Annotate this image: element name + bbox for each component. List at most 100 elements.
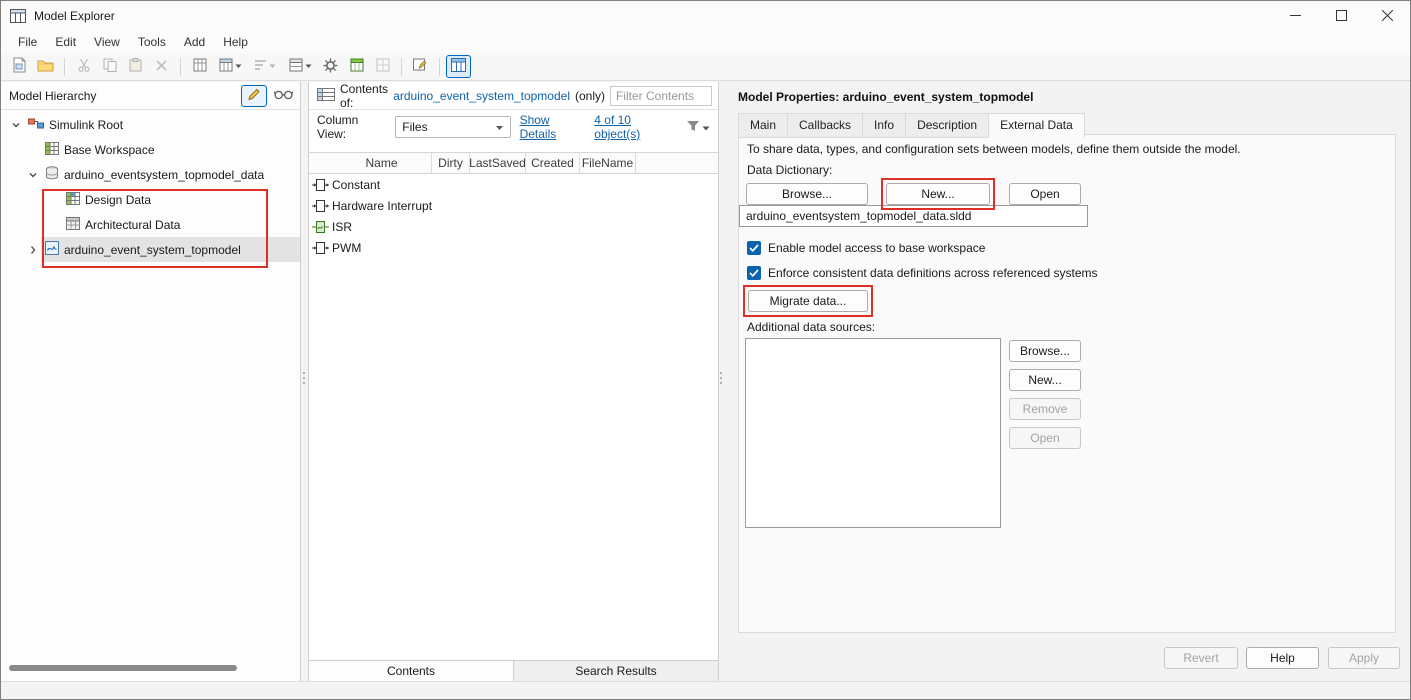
menu-tools[interactable]: Tools [129,33,175,51]
menu-view[interactable]: View [85,33,129,51]
revert-button[interactable]: Revert [1164,647,1238,669]
dictionary-open-button[interactable]: Open [1009,183,1081,205]
dictionary-new-button[interactable]: New... [886,183,990,205]
tab-search-results[interactable]: Search Results [514,661,718,681]
menu-help[interactable]: Help [214,33,257,51]
cut-icon [77,58,91,75]
show-details-link[interactable]: Show Details [520,113,586,141]
chevron-right-icon[interactable] [26,245,40,255]
sources-browse-button[interactable]: Browse... [1009,340,1081,362]
architectural-data-icon [66,217,80,233]
table-header-created[interactable]: Created [526,153,580,173]
grid-icon [193,58,207,75]
maximize-button[interactable] [1318,1,1364,31]
sources-new-button[interactable]: New... [1009,369,1081,391]
table-header-filename[interactable]: FileName [580,153,636,173]
column-view-value: Files [402,120,494,134]
dialog-pencil-icon [413,58,429,75]
table-header-row: Name Dirty LastSaved Created FileName [309,153,718,174]
contents-options-row: Column View: Files Show Details 4 of 10 … [309,110,718,144]
horizontal-scrollbar[interactable] [1,664,300,672]
dictionary-browse-button[interactable]: Browse... [746,183,868,205]
block-icon [309,179,332,191]
minimize-button[interactable] [1272,1,1318,31]
group-dropdown-button[interactable] [283,55,317,78]
table-header-dirty[interactable]: Dirty [432,153,470,173]
contents-model-link[interactable]: arduino_event_system_topmodel [393,89,570,103]
tab-main[interactable]: Main [738,113,788,138]
properties-tabs: Main Callbacks Info Description External… [738,113,1084,138]
tab-external-data[interactable]: External Data [988,113,1085,138]
show-dialog-pane-button[interactable] [408,55,433,78]
table-row[interactable]: PWM [309,237,718,258]
apply-button[interactable]: Apply [1328,647,1400,669]
table-row[interactable]: ISR [309,216,718,237]
dictionary-filename-input[interactable] [739,205,1088,227]
contents-header: Contents of: arduino_event_system_topmod… [309,82,718,110]
compare-grid-icon [376,58,390,75]
column-view-button[interactable] [446,55,471,78]
tree-item-design-data[interactable]: Design Data [1,187,300,212]
help-button[interactable]: Help [1246,647,1319,669]
copy-button[interactable] [97,55,122,78]
tab-callbacks[interactable]: Callbacks [787,113,863,138]
table-header-lastsaved[interactable]: LastSaved [470,153,526,173]
migrate-data-button[interactable]: Migrate data... [748,290,868,312]
filter-contents-input[interactable] [610,86,712,106]
open-model-button[interactable] [33,55,58,78]
checkbox-row-consistent-data[interactable]: Enforce consistent data definitions acro… [747,266,1098,280]
sources-remove-button[interactable]: Remove [1009,398,1081,420]
checkbox-row-base-workspace[interactable]: Enable model access to base workspace [747,241,985,255]
sort-dropdown-button[interactable] [248,55,282,78]
new-data-button[interactable] [187,55,212,78]
paste-button[interactable] [123,55,148,78]
table-row[interactable]: Hardware Interrupt [309,195,718,216]
tree-item-architectural-data[interactable]: Architectural Data [1,212,300,237]
reading-view-button[interactable] [270,85,296,107]
external-data-description: To share data, types, and configuration … [747,142,1241,156]
tree-item-simulink-root[interactable]: Simulink Root [1,112,300,137]
title-bar: Model Explorer [1,1,1410,31]
toolbar-separator [64,58,65,76]
tree-item-topmodel[interactable]: arduino_event_system_topmodel [1,237,300,262]
tree-item-data-dictionary[interactable]: arduino_eventsystem_topmodel_data [1,162,300,187]
scrollbar-thumb[interactable] [9,665,237,671]
splitter-left[interactable] [301,82,308,681]
chevron-down-icon[interactable] [9,120,23,130]
additional-data-sources-listbox[interactable] [745,338,1001,528]
compare-button[interactable] [370,55,395,78]
tab-info[interactable]: Info [862,113,906,138]
delete-button[interactable] [149,55,174,78]
column-view-icon [451,58,466,75]
tab-contents[interactable]: Contents [309,661,514,681]
checked-checkbox[interactable] [747,241,761,255]
close-button[interactable] [1364,1,1410,31]
preferences-button[interactable] [318,55,343,78]
menu-edit[interactable]: Edit [46,33,85,51]
minimize-icon [1290,9,1301,24]
edit-mode-button[interactable] [241,85,267,107]
menu-file[interactable]: File [9,33,46,51]
tab-description[interactable]: Description [905,113,989,138]
checked-checkbox[interactable] [747,266,761,280]
filter-options-button[interactable] [686,120,710,135]
window-title: Model Explorer [34,9,115,23]
open-variable-table-button[interactable] [344,55,369,78]
splitter-grip [303,372,305,384]
object-count-link[interactable]: 4 of 10 object(s) [594,113,675,141]
status-bar [1,681,1410,699]
chevron-down-icon[interactable] [26,170,40,180]
menu-add[interactable]: Add [175,33,214,51]
column-view-select[interactable]: Files [395,116,510,138]
simulink-root-icon [28,117,44,133]
new-model-button[interactable] [7,55,32,78]
tree-item-label: Base Workspace [64,143,155,157]
table-row[interactable]: Constant [309,174,718,195]
table-header-name[interactable]: Name [332,153,432,173]
add-object-dropdown-button[interactable] [213,55,247,78]
model-properties-pane: Model Properties: arduino_event_system_t… [723,82,1410,681]
sources-open-button[interactable]: Open [1009,427,1081,449]
cut-button[interactable] [71,55,96,78]
new-model-icon [12,57,27,76]
tree-item-base-workspace[interactable]: Base Workspace [1,137,300,162]
